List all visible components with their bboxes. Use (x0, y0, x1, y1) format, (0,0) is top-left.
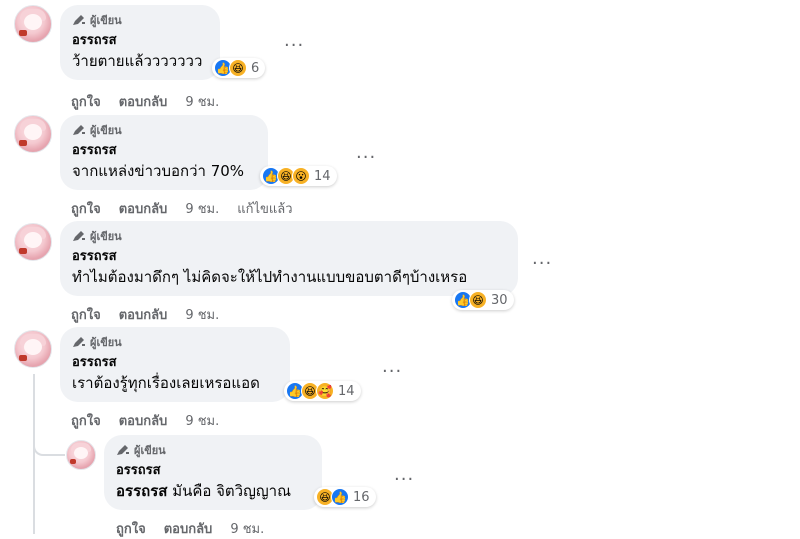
like-button[interactable]: ถูกใจ (116, 518, 146, 539)
pencil-icon (117, 445, 129, 455)
pencil-icon (73, 125, 85, 135)
reply-button[interactable]: ตอบกลับ (119, 91, 168, 112)
avatar[interactable] (14, 330, 52, 368)
like-button[interactable]: ถูกใจ (71, 91, 101, 112)
like-button[interactable]: ถูกใจ (71, 198, 101, 219)
comment-bubble: ผู้เขียน อรรถรส ว้ายตายแล้ววววววว (60, 5, 220, 80)
reply-button[interactable]: ตอบกลับ (164, 518, 213, 539)
author-badge: ผู้เขียน (116, 443, 310, 457)
reaction-count: 14 (314, 168, 331, 184)
reactions-summary[interactable]: 👍 😆 6 (212, 58, 266, 78)
avatar[interactable] (14, 115, 52, 153)
wow-reaction-icon: 😮 (292, 167, 310, 185)
commenter-name[interactable]: อรรถรส (72, 249, 506, 265)
timestamp[interactable]: 9 ชม. (230, 518, 264, 539)
timestamp[interactable]: 9 ชม. (185, 410, 219, 431)
more-options-button[interactable]: ... (532, 248, 552, 269)
author-badge-label: ผู้เขียน (90, 336, 122, 349)
reply-button[interactable]: ตอบกลับ (119, 198, 168, 219)
pencil-icon (73, 15, 85, 25)
author-badge-label: ผู้เขียน (90, 230, 122, 243)
author-badge: ผู้เขียน (72, 335, 278, 349)
commenter-name[interactable]: อรรถรส (72, 143, 256, 159)
avatar[interactable] (14, 5, 52, 43)
comment: ผู้เขียน อรรถรส ว้ายตายแล้ววววววว 👍 😆 6 … (0, 0, 800, 110)
author-badge-label: ผู้เขียน (134, 444, 166, 457)
comment-bubble: ผู้เขียน อรรถรส อรรถรส มันคือ จิตวิญญาณ (104, 435, 322, 510)
reply-comment: ผู้เขียน อรรถรส อรรถรส มันคือ จิตวิญญาณ … (0, 432, 800, 537)
comment-actions: ถูกใจ ตอบกลับ 9 ชม. (71, 91, 237, 112)
reaction-count: 6 (251, 60, 260, 76)
reactions-summary[interactable]: 👍 😆 😮 14 (260, 166, 337, 186)
comment-text: ว้ายตายแล้ววววววว (72, 52, 203, 70)
author-badge-label: ผู้เขียน (90, 14, 122, 27)
more-options-button[interactable]: ... (394, 464, 414, 485)
care-reaction-icon: 🥰 (316, 382, 334, 400)
commenter-name[interactable]: อรรถรส (72, 33, 208, 49)
comment: ผู้เขียน อรรถรส ทำไมต้องมาดึกๆ ไม่คิดจะใ… (0, 218, 800, 324)
reply-button[interactable]: ตอบกลับ (119, 410, 168, 431)
comment-text: อรรถรส มันคือ จิตวิญญาณ (116, 481, 310, 501)
comment-bubble: ผู้เขียน อรรถรส ทำไมต้องมาดึกๆ ไม่คิดจะใ… (60, 221, 518, 296)
haha-reaction-icon: 😆 (469, 291, 487, 309)
timestamp[interactable]: 9 ชม. (185, 304, 219, 325)
reactions-summary[interactable]: 👍 😆 30 (452, 290, 514, 310)
reactions-summary[interactable]: 😆 👍 16 (314, 487, 376, 507)
author-badge: ผู้เขียน (72, 229, 506, 243)
more-options-button[interactable]: ... (356, 142, 376, 163)
comment-text: จากแหล่งข่าวบอกว่า 70% (72, 162, 245, 180)
comment-actions: ถูกใจ ตอบกลับ 9 ชม. แก้ไขแล้ว (71, 198, 311, 219)
comment-bubble: ผู้เขียน อรรถรส จากแหล่งข่าวบอกว่า 70% (60, 115, 268, 190)
comment-text-body: มันคือ จิตวิญญาณ (167, 482, 291, 500)
commenter-name[interactable]: อรรถรส (72, 355, 278, 371)
comment-actions: ถูกใจ ตอบกลับ 9 ชม. (71, 304, 237, 325)
reply-button[interactable]: ตอบกลับ (119, 304, 168, 325)
reaction-count: 30 (491, 292, 508, 308)
comment-bubble: ผู้เขียน อรรถรส เราต้องรู้ทุกเรื่องเลยเห… (60, 327, 290, 402)
author-badge: ผู้เขียน (72, 13, 208, 27)
like-reaction-icon: 👍 (331, 488, 349, 506)
comment-text: เราต้องรู้ทุกเรื่องเลยเหรอแอด (72, 374, 260, 392)
mention-tag[interactable]: อรรถรส (116, 482, 167, 500)
edited-label[interactable]: แก้ไขแล้ว (237, 198, 292, 219)
comment: ผู้เขียน อรรถรส เราต้องรู้ทุกเรื่องเลยเห… (0, 324, 800, 432)
reaction-count: 14 (338, 383, 355, 399)
timestamp[interactable]: 9 ชม. (185, 91, 219, 112)
avatar[interactable] (14, 223, 52, 261)
pencil-icon (73, 337, 85, 347)
commenter-name[interactable]: อรรถรส (116, 463, 310, 479)
author-badge: ผู้เขียน (72, 123, 256, 137)
reactions-summary[interactable]: 👍 😆 🥰 14 (284, 381, 361, 401)
comment-text: ทำไมต้องมาดึกๆ ไม่คิดจะให้ไปทำงานแบบขอบต… (72, 268, 468, 286)
more-options-button[interactable]: ... (382, 356, 402, 377)
author-badge-label: ผู้เขียน (90, 124, 122, 137)
pencil-icon (73, 231, 85, 241)
more-options-button[interactable]: ... (284, 30, 304, 51)
avatar[interactable] (66, 440, 96, 470)
timestamp[interactable]: 9 ชม. (185, 198, 219, 219)
like-button[interactable]: ถูกใจ (71, 304, 101, 325)
comment-actions: ถูกใจ ตอบกลับ 9 ชม. (71, 410, 237, 431)
reaction-count: 16 (353, 489, 370, 505)
comment-actions: ถูกใจ ตอบกลับ 9 ชม. (116, 518, 282, 539)
haha-reaction-icon: 😆 (229, 59, 247, 77)
comment: ผู้เขียน อรรถรส จากแหล่งข่าวบอกว่า 70% 👍… (0, 110, 800, 218)
like-button[interactable]: ถูกใจ (71, 410, 101, 431)
